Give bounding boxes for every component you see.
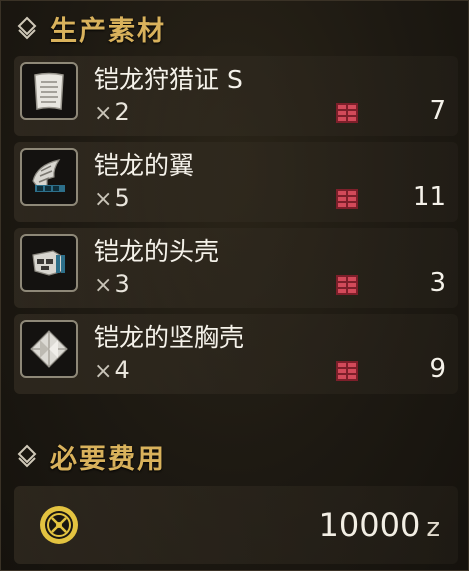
materials-list: 铠龙狩猎证 S ×2 7 铠龙的翼 ×5 11 铠龙的头壳 ×3 3 铠龙的坚胸… [14,56,458,400]
times-sign: × [94,101,113,126]
material-name: 铠龙的翼 [94,151,195,180]
material-quantity: ×4 [94,356,130,384]
material-quantity: ×3 [94,270,130,298]
wing-icon [32,159,65,192]
item-box-icon [336,103,358,123]
materials-title: 生产素材 [50,15,166,47]
material-row[interactable]: 铠龙狩猎证 S ×2 7 [14,56,458,136]
item-box-icon [336,275,358,295]
quantity-value: 3 [114,270,130,298]
cost-header: 必要费用 [14,436,166,476]
material-icon-frame [20,148,78,206]
owned-count: 3 [429,268,446,298]
item-box-icon [336,361,358,381]
material-name: 铠龙的头壳 [94,237,220,266]
owned-count: 7 [429,96,446,126]
material-row[interactable]: 铠龙的头壳 ×3 3 [14,228,458,308]
material-icon-frame [20,234,78,292]
quantity-value: 2 [114,98,130,126]
times-sign: × [94,273,113,298]
material-row[interactable]: 铠龙的翼 ×5 11 [14,142,458,222]
owned-count: 9 [429,354,446,384]
material-name: 铠龙的坚胸壳 [94,323,245,352]
item-box-icon [336,189,358,209]
diamond-bullet-icon [14,15,40,41]
material-name: 铠龙狩猎证 S [94,65,243,94]
times-sign: × [94,359,113,384]
cost-unit: z [426,513,440,543]
material-quantity: ×5 [94,184,130,212]
materials-header: 生产素材 [14,8,166,48]
material-icon-frame [20,62,78,120]
times-sign: × [94,187,113,212]
hunter-ticket-icon [34,72,64,110]
head-shell-icon [32,250,65,276]
quantity-value: 5 [114,184,130,212]
cost-row: 10000 z [14,486,458,564]
chest-shell-icon [30,330,68,368]
zenny-coin-icon [40,506,78,544]
cost-title: 必要费用 [50,443,166,475]
cost-number: 10000 [318,506,421,544]
diamond-bullet-icon [14,443,40,469]
material-row[interactable]: 铠龙的坚胸壳 ×4 9 [14,314,458,394]
material-icon-frame [20,320,78,378]
owned-count: 11 [412,182,446,212]
cost-amount: 10000 z [319,506,440,544]
quantity-value: 4 [114,356,130,384]
material-quantity: ×2 [94,98,130,126]
